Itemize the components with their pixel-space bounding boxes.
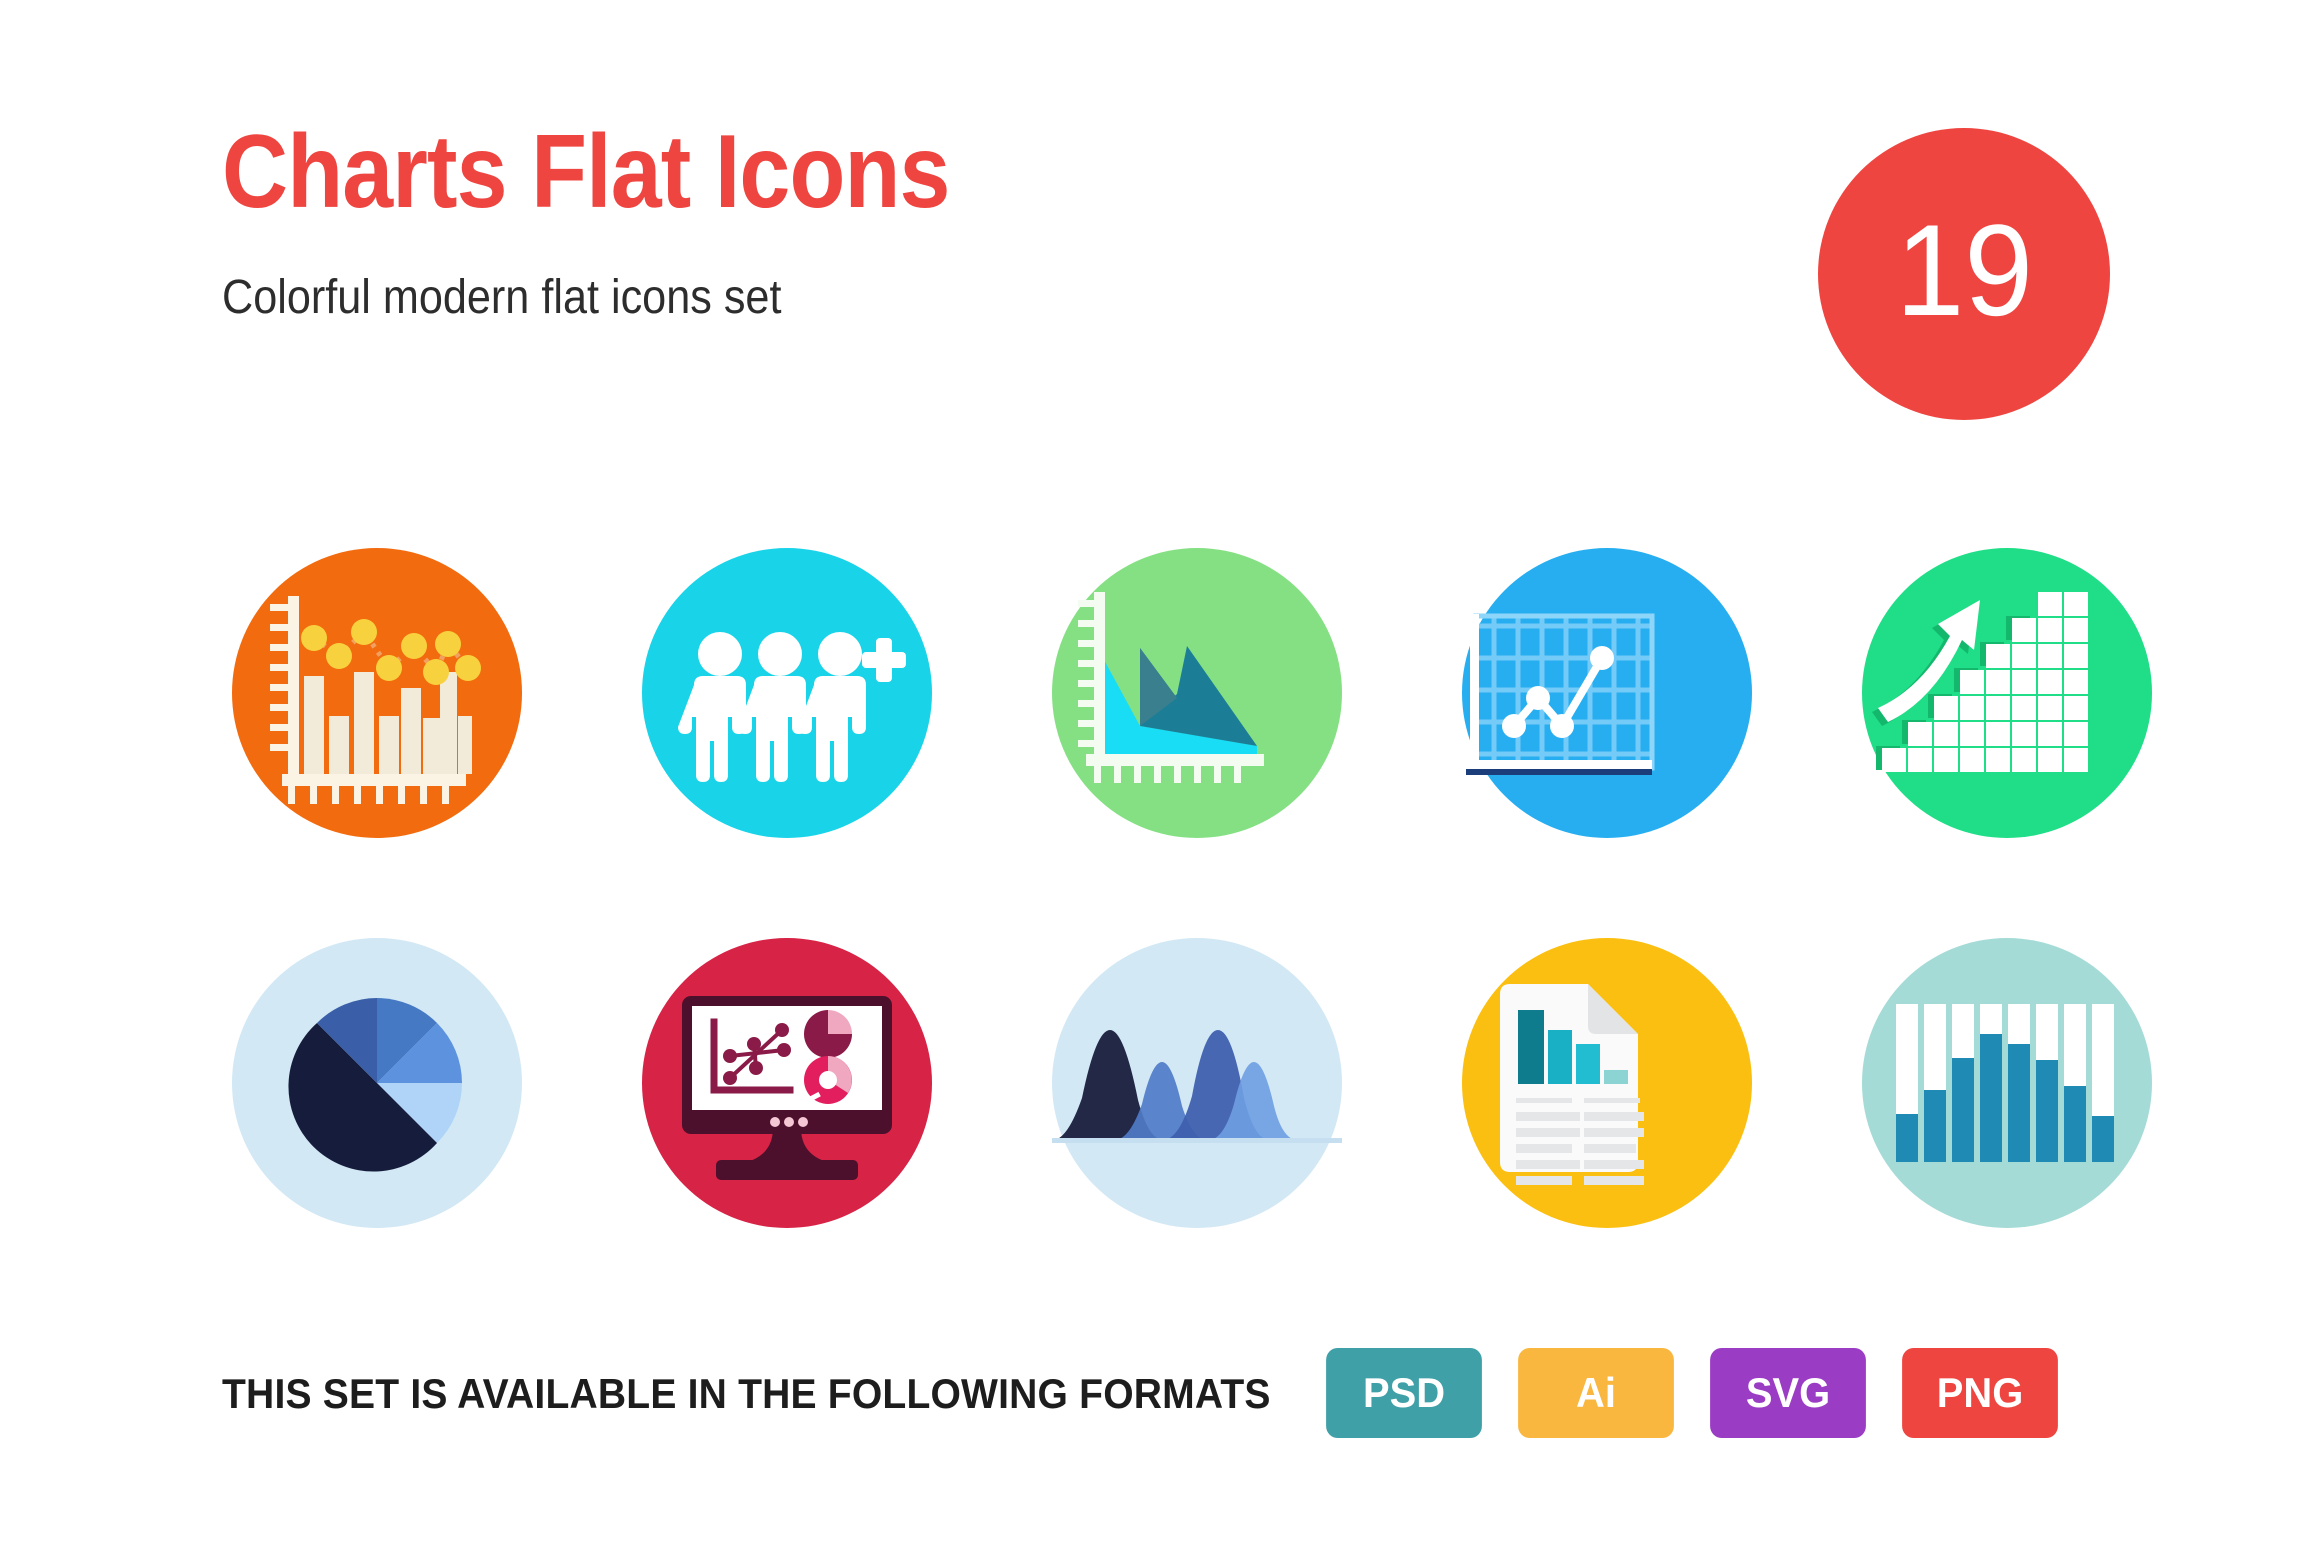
icon-area-chart-mountains[interactable] [1052,548,1342,838]
format-badge-svg[interactable]: SVG [1710,1348,1866,1438]
icon-bar-chart-with-trend-dots[interactable] [232,548,522,838]
icon-growth-blocks-arrow[interactable] [1862,548,2152,838]
format-badge-png[interactable]: PNG [1902,1348,2058,1438]
icon-analytics-monitor[interactable] [642,938,932,1228]
icon-report-document[interactable] [1462,938,1752,1228]
formats-note: THIS SET IS AVAILABLE IN THE FOLLOWING F… [222,1370,1271,1417]
icon-line-chart-grid[interactable] [1462,548,1752,838]
icon-column-range-chart[interactable] [1862,938,2152,1228]
format-badge-psd-label: PSD [1362,1369,1446,1416]
format-badges: PSD Ai SVG PNG [1322,1348,2062,1438]
format-badge-psd[interactable]: PSD [1326,1348,1482,1438]
icon-people-add-group[interactable] [642,548,932,838]
format-badge-ai[interactable]: Ai [1518,1348,1674,1438]
poster-canvas: Charts Flat Icons Colorful modern flat i… [0,0,2320,1544]
icon-distribution-curves[interactable] [1052,938,1342,1228]
format-badge-png-label: PNG [1936,1369,2024,1416]
icon-pie-chart[interactable] [232,938,522,1228]
format-badge-svg-label: SVG [1745,1369,1831,1416]
icon-grid [0,0,2320,1544]
format-badge-ai-label: Ai [1576,1369,1616,1416]
